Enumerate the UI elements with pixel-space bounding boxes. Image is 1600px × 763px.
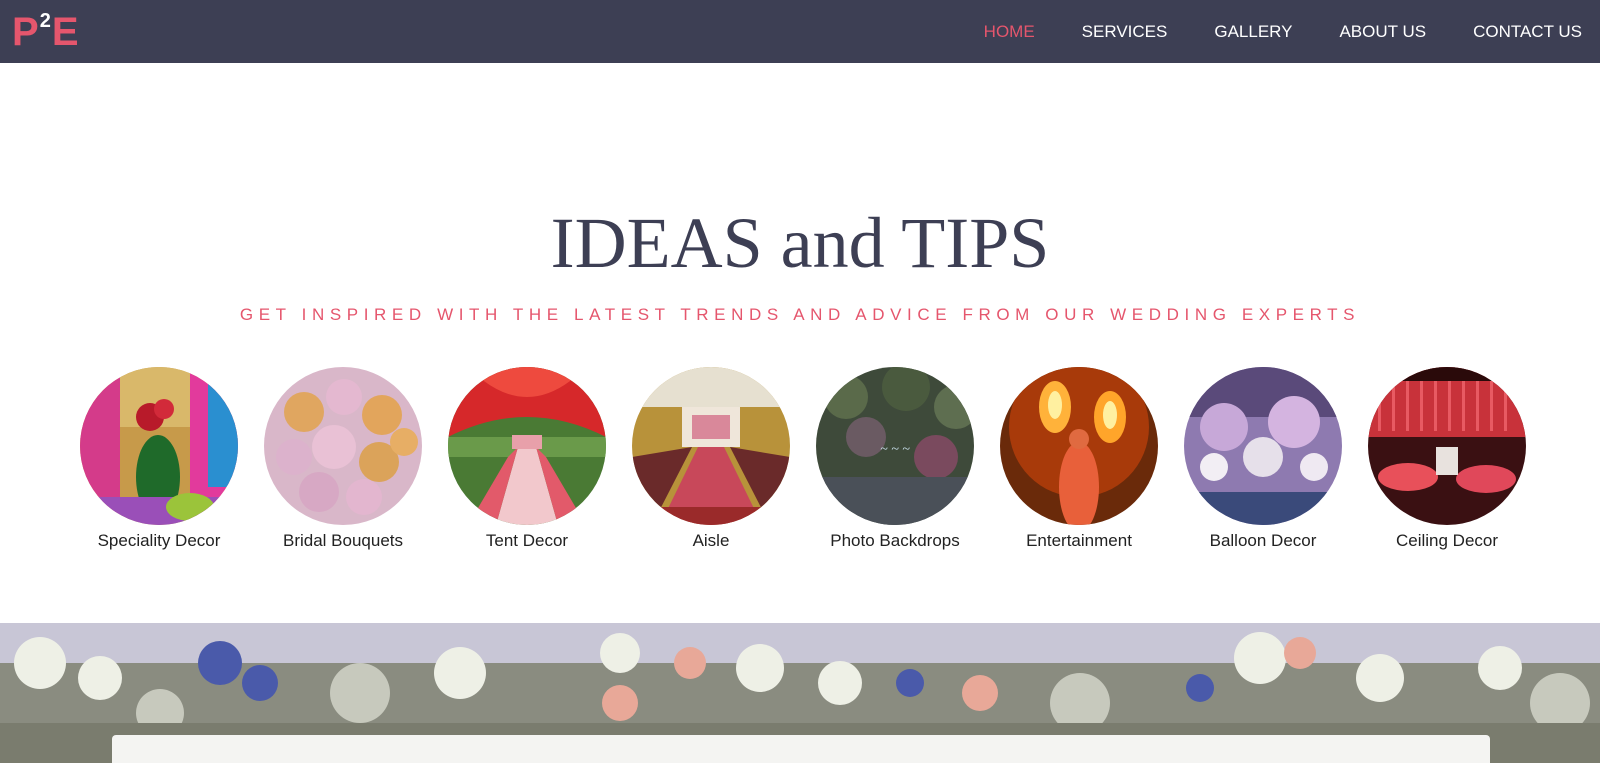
content-panel (112, 735, 1490, 763)
rose-bouquet-image[interactable] (264, 367, 422, 525)
brand-logo[interactable]: P2E (12, 10, 79, 54)
ballroom-aisle-image[interactable] (632, 367, 790, 525)
main-nav: HOME SERVICES GALLERY ABOUT US CONTACT U… (937, 0, 1582, 63)
category-label: Tent Decor (485, 531, 569, 550)
category-label: Speciality Decor (97, 531, 221, 550)
category-photo-backdrops[interactable]: ~ ~ ~ Photo Backdrops (816, 367, 974, 551)
category-label: Aisle (692, 531, 730, 550)
nav-home[interactable]: HOME (984, 22, 1035, 42)
nav-about-us[interactable]: ABOUT US (1339, 22, 1426, 42)
logo-superscript: 2 (39, 10, 51, 32)
category-label: Bridal Bouquets (282, 531, 404, 550)
category-balloon-decor[interactable]: Balloon Decor (1184, 367, 1342, 551)
page-title: IDEAS and TIPS (550, 203, 1050, 283)
category-entertainment[interactable]: Entertainment (1000, 367, 1158, 551)
nav-contact-us[interactable]: CONTACT US (1473, 22, 1582, 42)
category-label: Balloon Decor (1209, 531, 1317, 550)
category-label: Entertainment (1026, 531, 1132, 550)
category-bridal-bouquets[interactable]: Bridal Bouquets (264, 367, 422, 551)
red-ceiling-hall-image[interactable] (1368, 367, 1526, 525)
peacock-decor-image[interactable] (80, 367, 238, 525)
category-ceiling-decor[interactable]: Ceiling Decor (1368, 367, 1526, 551)
page-subtitle: GET INSPIRED WITH THE LATEST TRENDS AND … (239, 305, 1361, 324)
top-navbar: P2E HOME SERVICES GALLERY ABOUT US CONTA… (0, 0, 1600, 63)
category-list: Speciality Decor Bridal Bouquets Tent De… (80, 367, 1526, 557)
category-label: Ceiling Decor (1395, 531, 1499, 550)
floral-wall-image[interactable]: ~ ~ ~ (816, 367, 974, 525)
fire-dancer-image[interactable] (1000, 367, 1158, 525)
category-aisle[interactable]: Aisle (632, 367, 790, 551)
logo-letter-e: E (51, 10, 79, 54)
category-speciality-decor[interactable]: Speciality Decor (80, 367, 238, 551)
chandelier-ceiling-image[interactable] (1184, 367, 1342, 525)
svg-text:~ ~ ~: ~ ~ ~ (880, 442, 910, 457)
category-label: Photo Backdrops (830, 531, 960, 550)
logo-letter-p: P (12, 10, 39, 54)
nav-services[interactable]: SERVICES (1082, 22, 1168, 42)
category-tent-decor[interactable]: Tent Decor (448, 367, 606, 551)
nav-gallery[interactable]: GALLERY (1214, 22, 1292, 42)
red-tent-aisle-image[interactable] (448, 367, 606, 525)
